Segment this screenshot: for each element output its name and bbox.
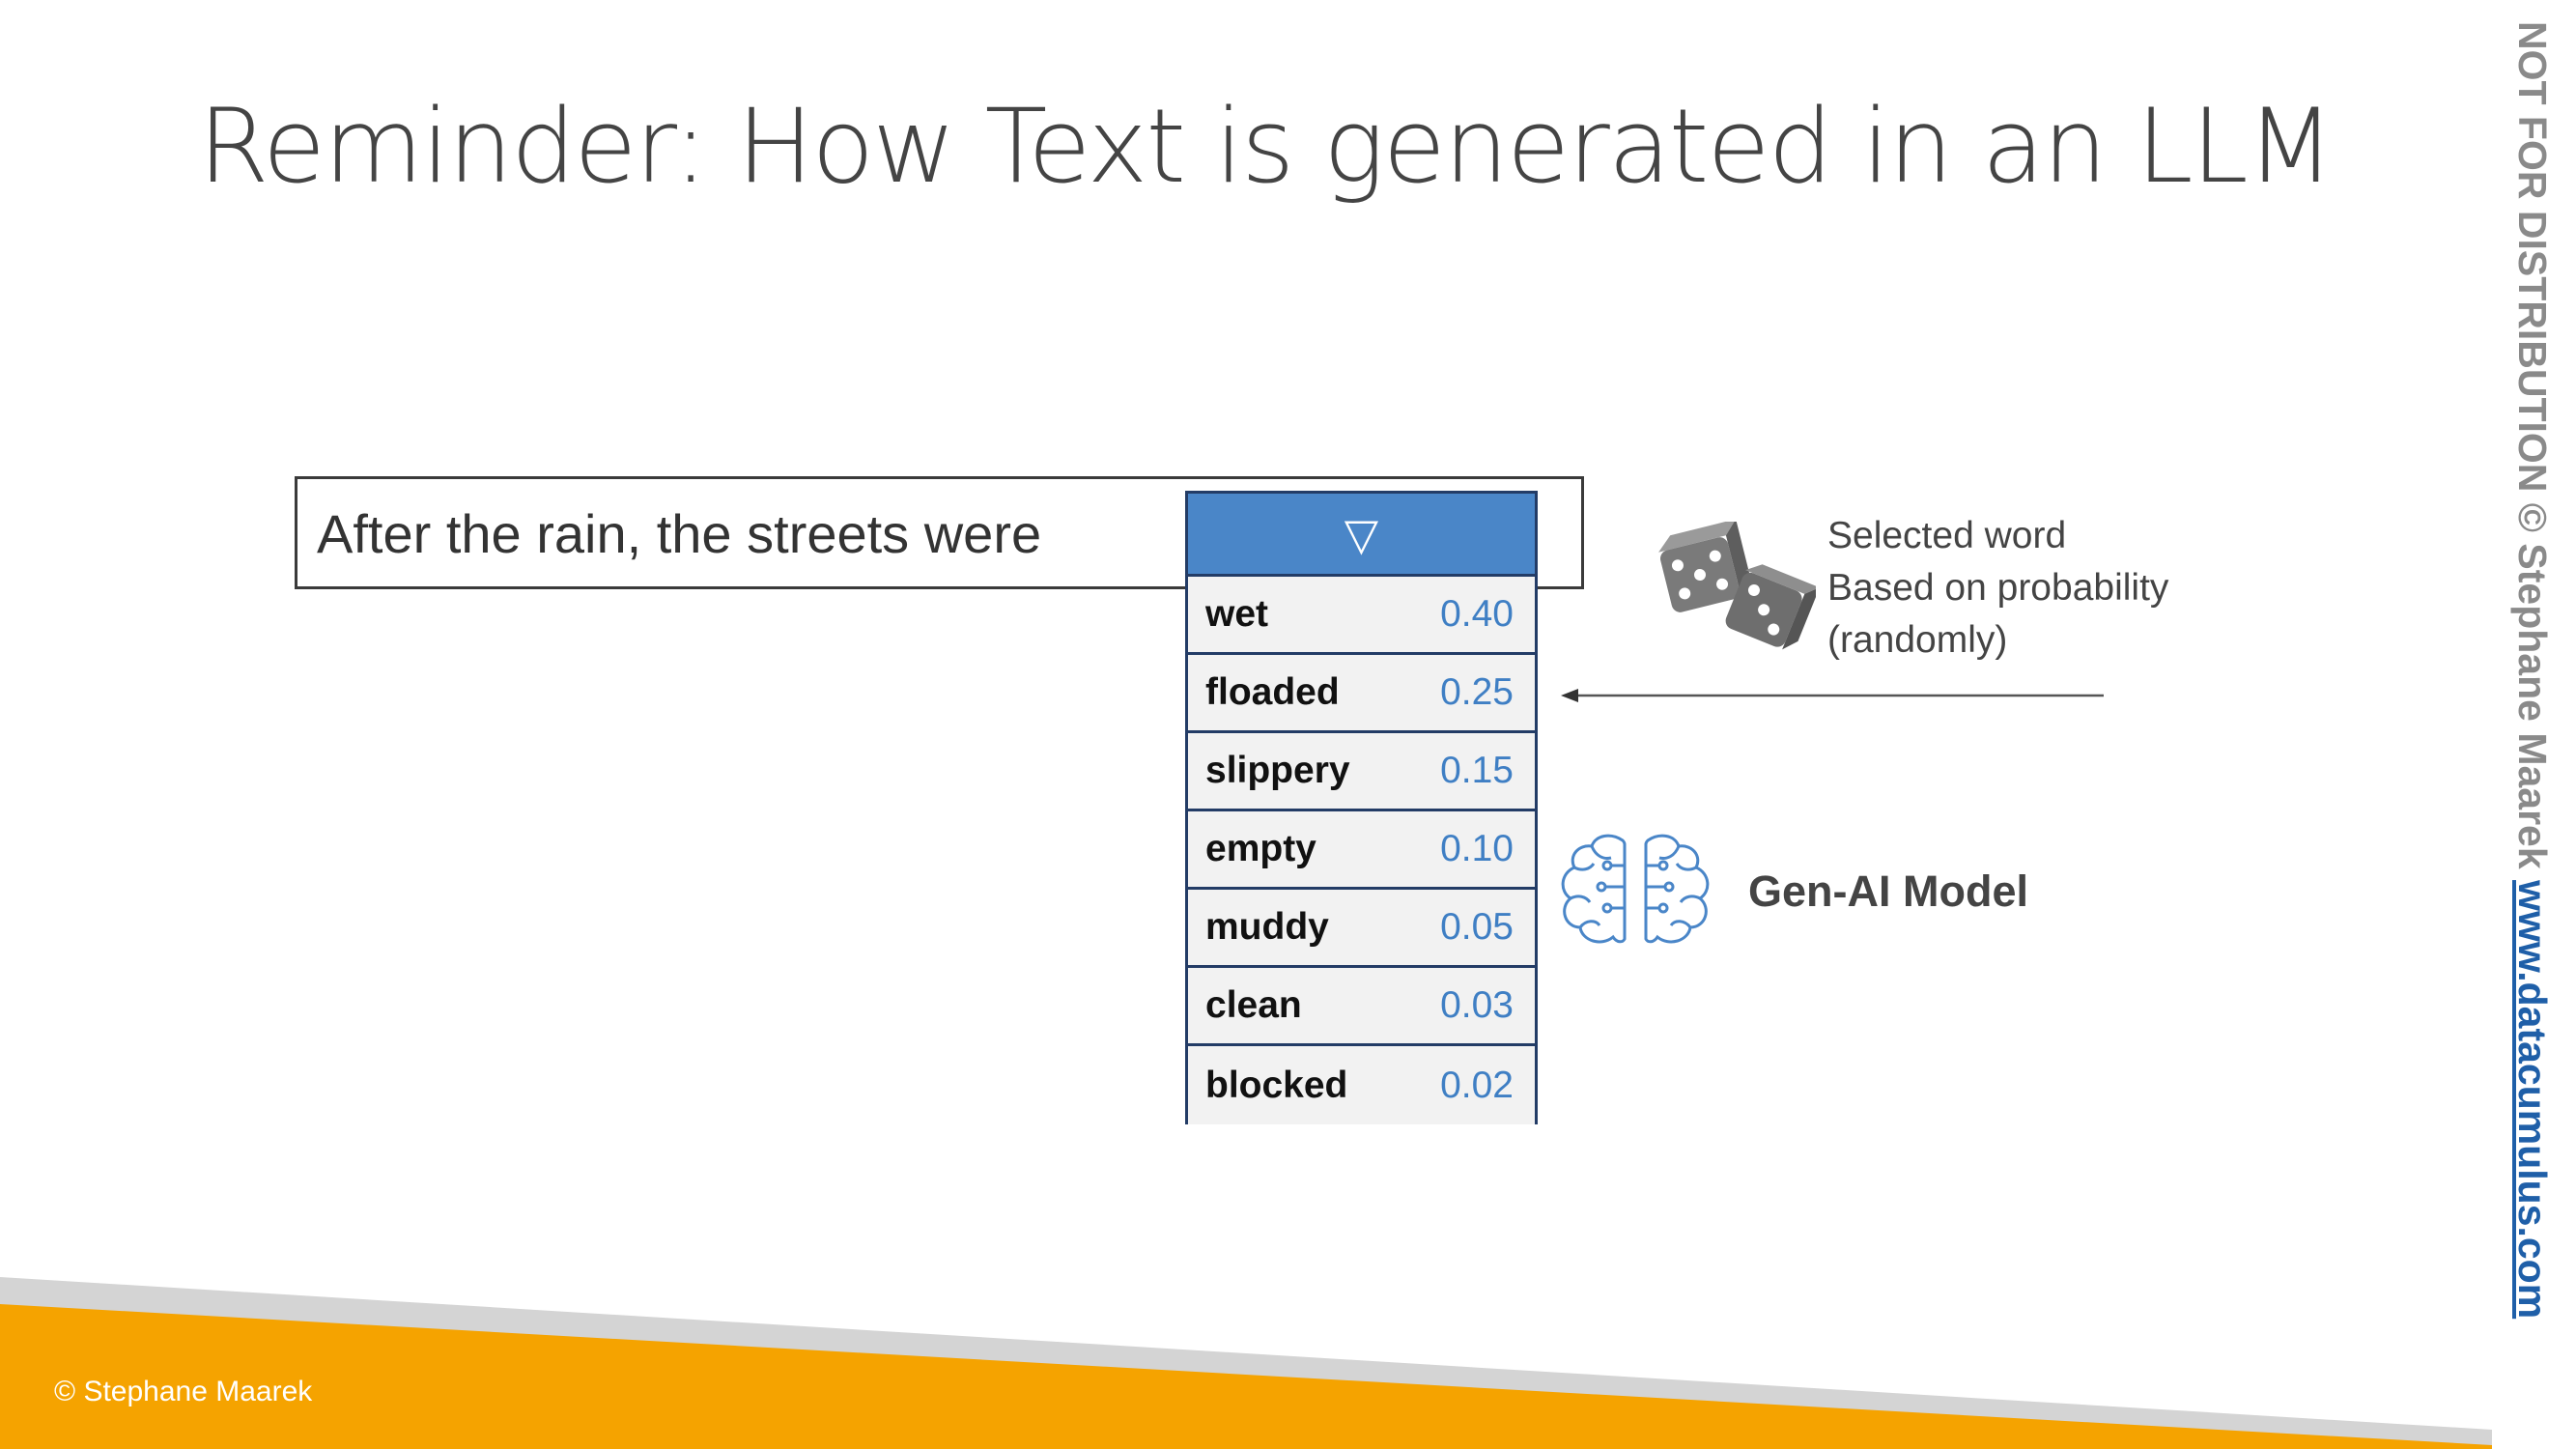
- option-probability: 0.10: [1440, 828, 1514, 869]
- option-word: empty: [1205, 828, 1316, 869]
- option-word: slippery: [1205, 750, 1350, 791]
- triangle-down-icon: ▽: [1344, 508, 1379, 559]
- option-probability: 0.05: [1440, 906, 1514, 948]
- prompt-sentence: After the rain, the streets were: [317, 503, 1042, 564]
- option-word: floaded: [1205, 671, 1340, 713]
- slide-title: Reminder: How Text is generated in an LL…: [198, 87, 2335, 206]
- dropdown-option-clean[interactable]: clean 0.03: [1188, 968, 1535, 1046]
- dropdown-toggle[interactable]: ▽: [1188, 494, 1535, 577]
- dropdown-option-muddy[interactable]: muddy 0.05: [1188, 890, 1535, 968]
- footer-stripes: [0, 1277, 2492, 1449]
- watermark: NOT FOR DISTRIBUTION © Stephane Maarek w…: [2509, 21, 2555, 1319]
- option-word: clean: [1205, 984, 1302, 1026]
- dice-icon: [1658, 522, 1816, 650]
- watermark-strip: NOT FOR DISTRIBUTION © Stephane Maarek w…: [2492, 0, 2576, 1449]
- option-word: muddy: [1205, 906, 1329, 948]
- dropdown-option-wet[interactable]: wet 0.40: [1188, 577, 1535, 655]
- brain-circuit-icon: [1561, 834, 1710, 944]
- dropdown-option-slippery[interactable]: slippery 0.15: [1188, 733, 1535, 811]
- arrow-left-icon: [1561, 689, 2104, 702]
- dice-caption-line: Selected word: [1827, 515, 2067, 556]
- dropdown-option-empty[interactable]: empty 0.10: [1188, 811, 1535, 890]
- dice-caption-line: (randomly): [1827, 619, 2008, 661]
- option-probability: 0.15: [1440, 750, 1514, 791]
- watermark-text: NOT FOR DISTRIBUTION © Stephane Maarek: [2510, 21, 2555, 869]
- option-probability: 0.40: [1440, 593, 1514, 635]
- dice-caption: Selected word Based on probability (rand…: [1827, 510, 2168, 667]
- option-probability: 0.02: [1440, 1064, 1514, 1106]
- option-word: blocked: [1205, 1064, 1348, 1106]
- option-probability: 0.25: [1440, 671, 1514, 713]
- next-word-dropdown[interactable]: ▽ wet 0.40 floaded 0.25 slippery 0.15 em…: [1185, 491, 1538, 1124]
- dice-caption-line: Based on probability: [1827, 567, 2169, 609]
- watermark-site-link[interactable]: www.datacumulus.com: [2510, 880, 2555, 1319]
- model-label: Gen-AI Model: [1748, 867, 2028, 916]
- dropdown-option-floaded[interactable]: floaded 0.25: [1188, 655, 1535, 733]
- dropdown-option-blocked[interactable]: blocked 0.02: [1188, 1046, 1535, 1124]
- option-probability: 0.03: [1440, 984, 1514, 1026]
- option-word: wet: [1205, 593, 1269, 635]
- footer-copyright: © Stephane Maarek: [54, 1376, 313, 1407]
